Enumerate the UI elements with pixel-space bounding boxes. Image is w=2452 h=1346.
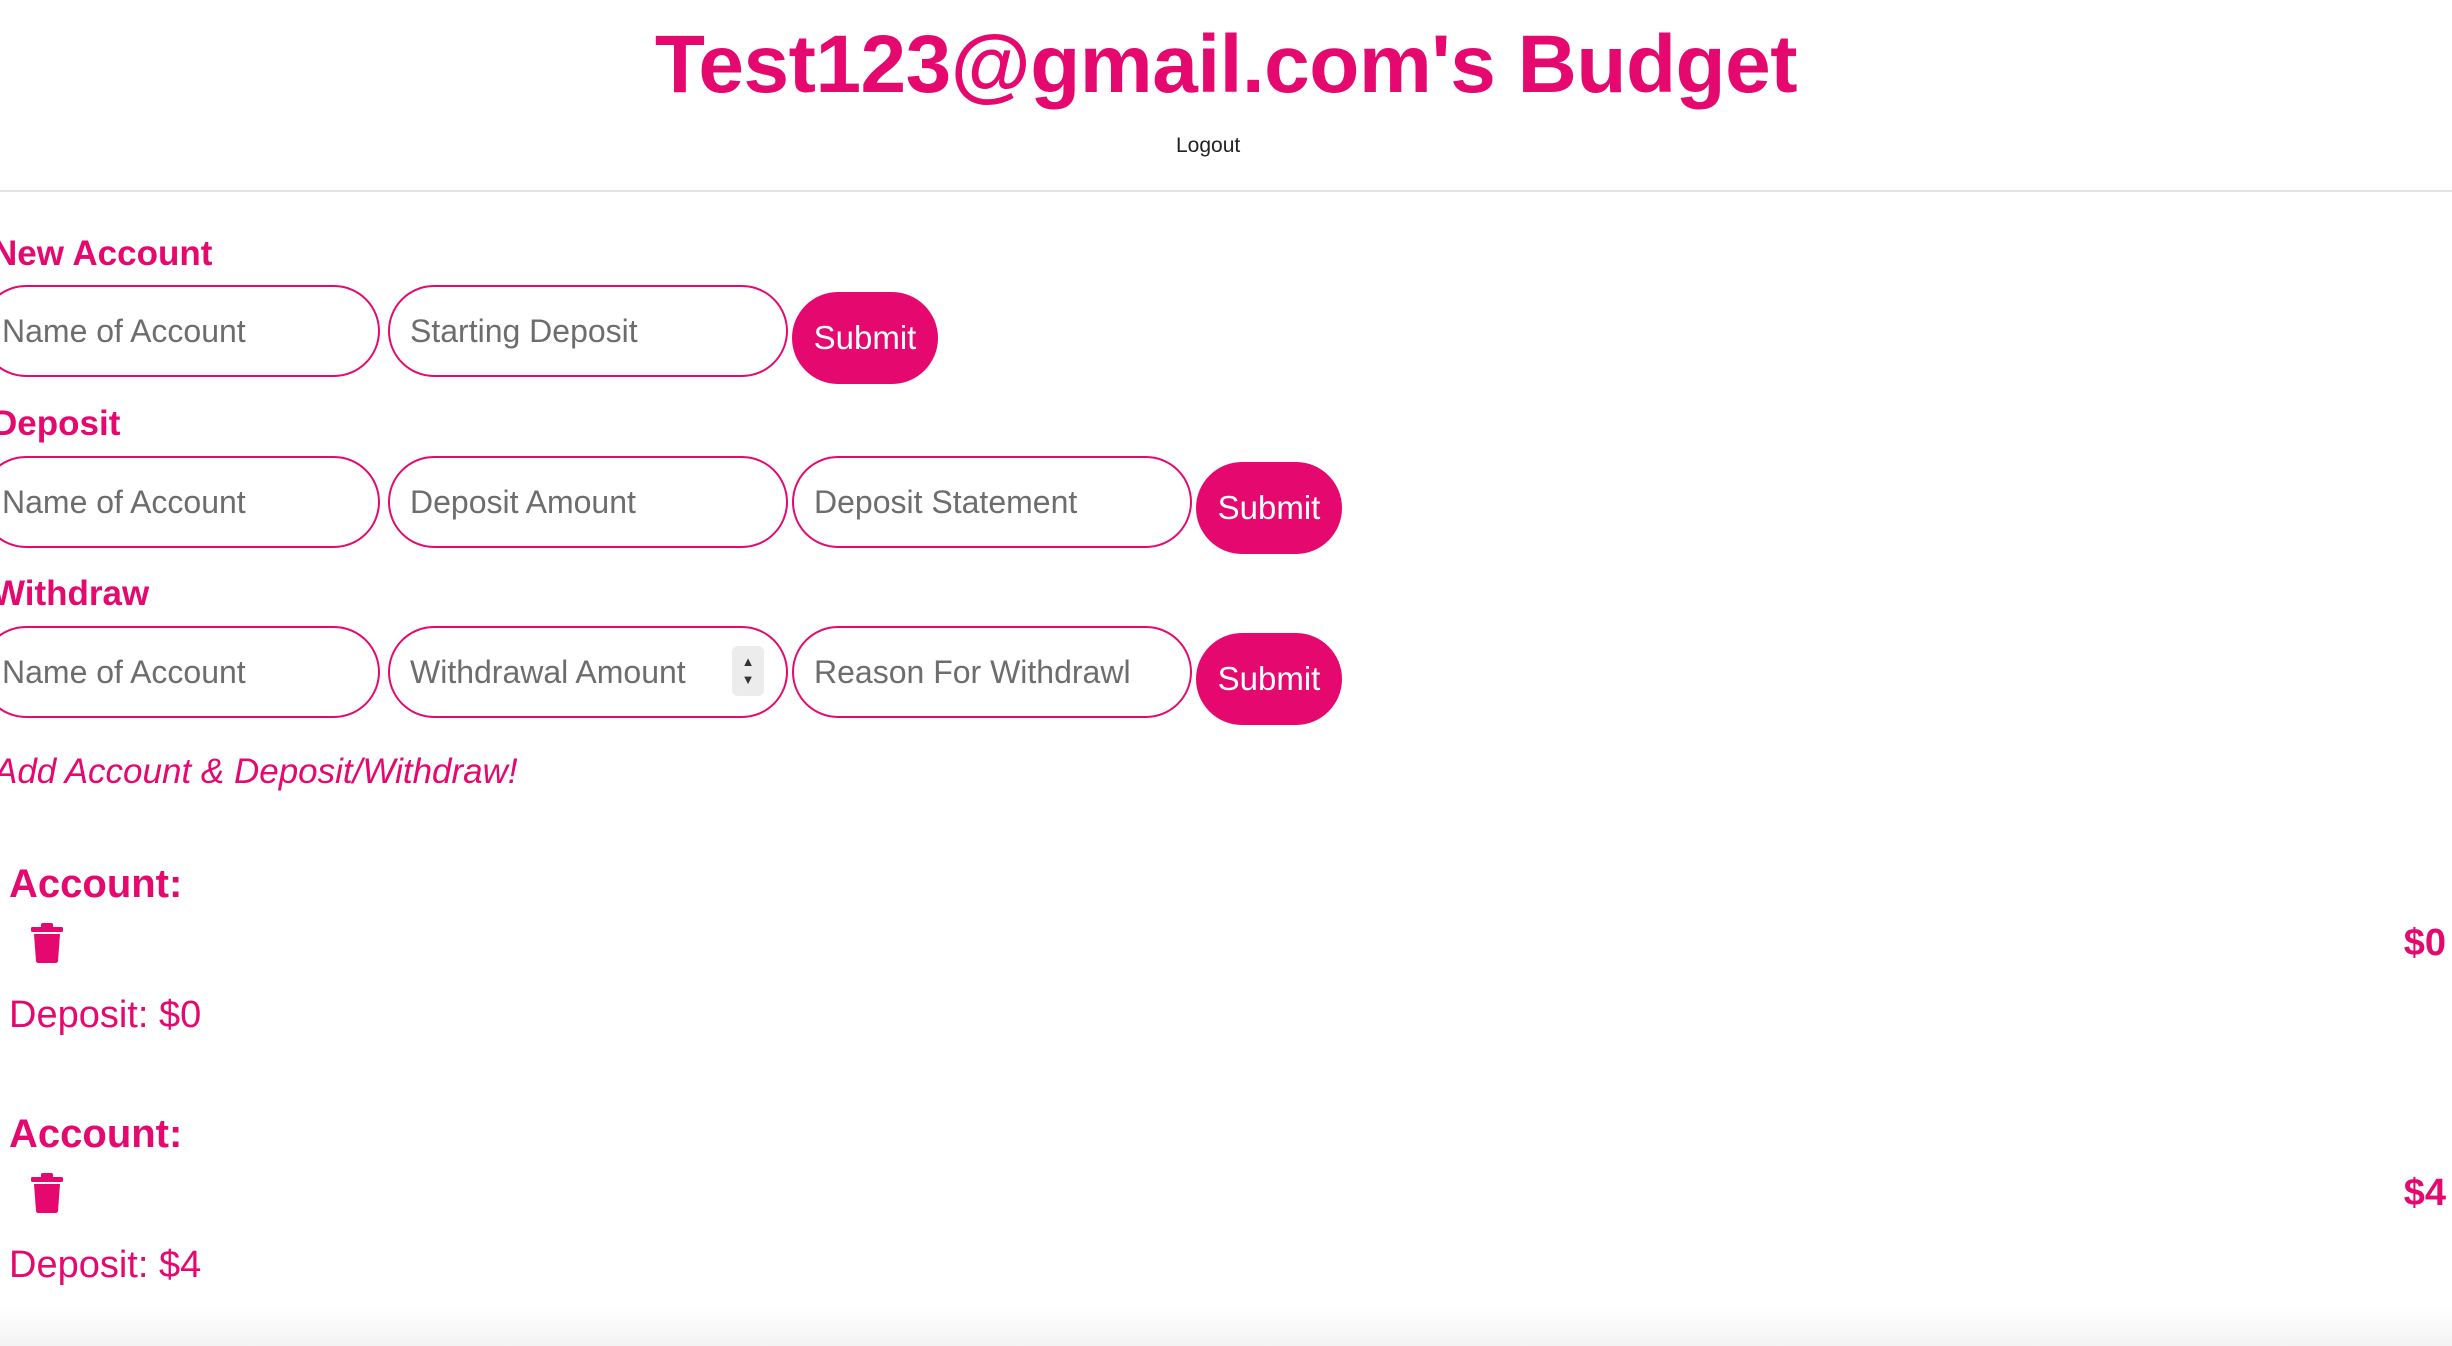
- deposit-entry: Deposit: $0: [9, 994, 202, 1036]
- deposit-account-name-input[interactable]: [0, 456, 380, 548]
- number-spinner-icon[interactable]: ▲ ▼: [732, 646, 764, 696]
- trash-icon[interactable]: [28, 922, 66, 964]
- instruction-text: Add Account & Deposit/Withdraw!: [0, 752, 518, 791]
- account-balance: $4: [2403, 1172, 2446, 1214]
- trash-icon[interactable]: [28, 1172, 66, 1214]
- page-bottom-fade: [0, 1306, 2452, 1346]
- withdrawal-amount-input[interactable]: [388, 626, 788, 718]
- budget-page: Test123@gmail.com's Budget Logout New Ac…: [0, 0, 2452, 1346]
- withdrawal-reason-input[interactable]: [792, 626, 1192, 718]
- account-label: Account:: [9, 1112, 183, 1156]
- withdraw-heading: Withdraw: [0, 574, 150, 613]
- deposit-statement-input[interactable]: [792, 456, 1192, 548]
- spinner-down-icon[interactable]: ▼: [742, 671, 755, 689]
- page-header: Test123@gmail.com's Budget Logout: [0, 0, 2452, 192]
- withdraw-account-name-input[interactable]: [0, 626, 380, 718]
- deposit-amount-input[interactable]: [388, 456, 788, 548]
- new-account-name-input[interactable]: [0, 285, 380, 377]
- deposit-entry: Deposit: $4: [9, 1244, 202, 1286]
- deposit-heading: Deposit: [0, 404, 121, 443]
- deposit-submit-button[interactable]: Submit: [1196, 462, 1342, 554]
- starting-deposit-input[interactable]: [388, 285, 788, 377]
- page-title: Test123@gmail.com's Budget: [654, 19, 1798, 110]
- new-account-heading: New Account: [0, 234, 213, 273]
- account-label: Account:: [9, 862, 183, 906]
- new-account-submit-button[interactable]: Submit: [792, 292, 938, 384]
- logout-link[interactable]: Logout: [1176, 134, 1240, 158]
- account-balance: $0: [2403, 922, 2446, 964]
- withdraw-submit-button[interactable]: Submit: [1196, 633, 1342, 725]
- spinner-up-icon[interactable]: ▲: [742, 653, 755, 671]
